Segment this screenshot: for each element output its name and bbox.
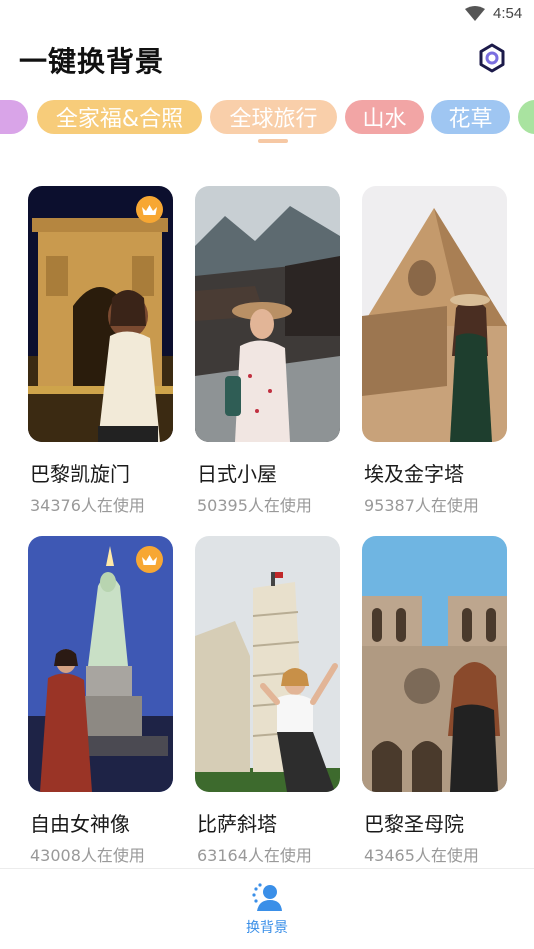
template-card-arc[interactable]: 巴黎凯旋门 34376人在使用 <box>28 186 173 515</box>
crown-icon <box>142 554 157 565</box>
bottom-navigation: 换背景 <box>0 868 534 949</box>
wifi-icon <box>465 6 485 21</box>
template-thumbnail <box>28 536 173 792</box>
tab-flowers[interactable]: 花草 <box>431 100 510 134</box>
app-screen: 4:54 一键换背景 全家福&合照 全球旅行 山水 花草 巴黎凯旋门 34376… <box>0 0 534 949</box>
user-swap-icon <box>252 883 282 911</box>
vip-crown-badge <box>136 196 163 223</box>
vip-crown-badge <box>136 546 163 573</box>
usage-count: 43008人在使用 <box>30 846 145 865</box>
status-bar: 4:54 <box>0 0 534 28</box>
header: 一键换背景 <box>0 32 534 84</box>
active-tab-indicator <box>258 139 288 143</box>
template-name: 巴黎凯旋门 <box>30 462 130 486</box>
template-thumbnail <box>195 536 340 792</box>
tab-label: 全家福&合照 <box>55 107 184 132</box>
tab-label: 全球旅行 <box>229 107 318 132</box>
status-time: 4:54 <box>493 5 523 22</box>
template-card-liberty[interactable]: 自由女神像 43008人在使用 <box>28 536 173 865</box>
nav-label: 换背景 <box>246 920 288 936</box>
template-card-japanese-house[interactable]: 日式小屋 50395人在使用 <box>195 186 340 515</box>
template-card-pisa[interactable]: 比萨斜塔 63164人在使用 <box>195 536 340 865</box>
template-name: 巴黎圣母院 <box>364 812 464 836</box>
template-thumbnail <box>195 186 340 442</box>
tab-family-group[interactable]: 全家福&合照 <box>37 100 202 134</box>
nav-item-change-background[interactable]: 换背景 <box>237 879 297 941</box>
usage-count: 34376人在使用 <box>30 496 145 515</box>
tab-landscape[interactable]: 山水 <box>345 100 424 134</box>
category-tabs: 全家福&合照 全球旅行 山水 花草 <box>0 100 534 136</box>
template-name: 日式小屋 <box>197 462 277 486</box>
template-card-pyramid[interactable]: 埃及金字塔 95387人在使用 <box>362 186 507 515</box>
template-name: 埃及金字塔 <box>364 462 464 486</box>
template-thumbnail <box>28 186 173 442</box>
page-title: 一键换背景 <box>19 45 165 78</box>
template-card-notre-dame[interactable]: 巴黎圣母院 43465人在使用 <box>362 536 507 865</box>
tab-partial-left[interactable] <box>0 100 28 134</box>
tab-label: 山水 <box>362 107 407 132</box>
template-name: 自由女神像 <box>30 812 130 836</box>
usage-count: 43465人在使用 <box>364 846 479 865</box>
tab-world-travel[interactable]: 全球旅行 <box>210 100 337 134</box>
usage-count: 95387人在使用 <box>364 496 479 515</box>
tab-label: 花草 <box>448 107 493 132</box>
template-thumbnail <box>362 186 507 442</box>
usage-count: 63164人在使用 <box>197 846 312 865</box>
template-thumbnail <box>362 536 507 792</box>
tab-partial-right[interactable] <box>518 100 534 134</box>
template-name: 比萨斜塔 <box>197 812 277 836</box>
settings-button[interactable] <box>474 40 510 76</box>
crown-icon <box>142 204 157 215</box>
usage-count: 50395人在使用 <box>197 496 312 515</box>
settings-hexagon-icon <box>479 43 505 73</box>
